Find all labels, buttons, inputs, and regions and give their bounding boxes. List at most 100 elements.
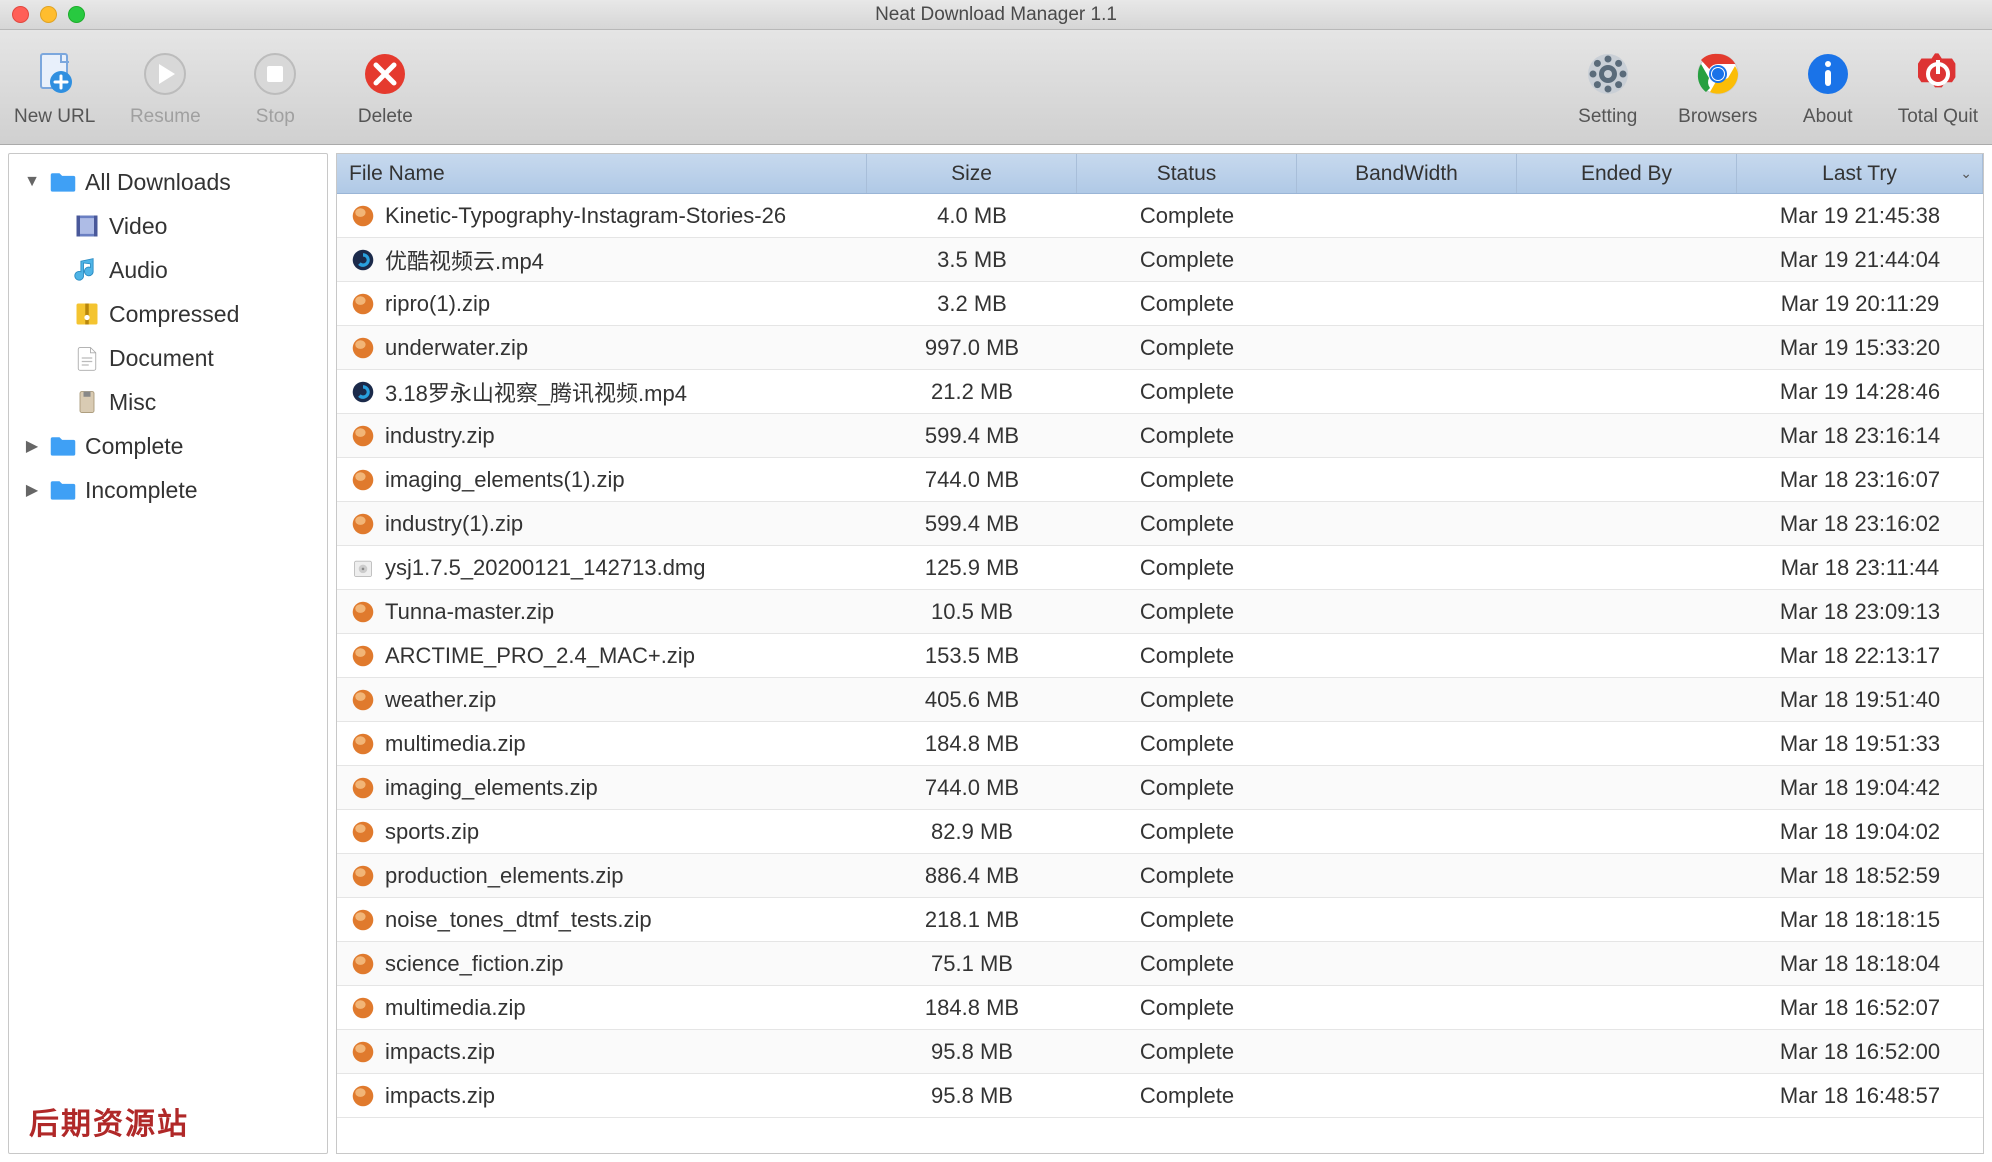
cell-filename: multimedia.zip <box>337 994 867 1022</box>
sidebar-item-label: Incomplete <box>85 477 198 504</box>
column-header-st[interactable]: Status <box>1077 154 1297 193</box>
folder-icon <box>47 166 79 198</box>
minimize-window-button[interactable] <box>40 6 57 23</box>
setting-button[interactable]: Setting <box>1562 42 1654 132</box>
about-button[interactable]: About <box>1782 42 1874 132</box>
file-icon <box>349 554 377 582</box>
toolbar-label: Delete <box>358 106 413 128</box>
cell-status: Complete <box>1077 819 1297 845</box>
cell-lasttry: Mar 18 19:51:40 <box>1737 687 1983 713</box>
watermark-text: 后期资源站 <box>29 1099 189 1143</box>
cell-status: Complete <box>1077 775 1297 801</box>
table-row[interactable]: imaging_elements(1).zip 744.0 MB Complet… <box>337 458 1983 502</box>
table-row[interactable]: industry.zip 599.4 MB Complete Mar 18 23… <box>337 414 1983 458</box>
column-header-fn[interactable]: File Name <box>337 154 867 193</box>
new-url-button[interactable]: New URL <box>8 42 101 132</box>
cell-size: 95.8 MB <box>867 1083 1077 1109</box>
cell-lasttry: Mar 19 15:33:20 <box>1737 335 1983 361</box>
chrome-icon <box>1690 46 1746 102</box>
table-row[interactable]: ysj1.7.5_20200121_142713.dmg 125.9 MB Co… <box>337 546 1983 590</box>
table-row[interactable]: production_elements.zip 886.4 MB Complet… <box>337 854 1983 898</box>
sidebar-item-label: Video <box>109 213 167 240</box>
filename-text: sports.zip <box>385 819 479 845</box>
compressed-icon <box>71 298 103 330</box>
table-row[interactable]: imaging_elements.zip 744.0 MB Complete M… <box>337 766 1983 810</box>
file-icon <box>349 686 377 714</box>
column-header-lt[interactable]: Last Try⌄ <box>1737 154 1983 193</box>
column-label: Status <box>1157 162 1217 186</box>
toolbar-label: Stop <box>256 106 295 128</box>
table-row[interactable]: sports.zip 82.9 MB Complete Mar 18 19:04… <box>337 810 1983 854</box>
folder-icon <box>47 474 79 506</box>
sidebar-item-incomplete[interactable]: ▶ Incomplete <box>9 468 327 512</box>
filename-text: impacts.zip <box>385 1039 495 1065</box>
cell-status: Complete <box>1077 335 1297 361</box>
table-row[interactable]: ripro(1).zip 3.2 MB Complete Mar 19 20:1… <box>337 282 1983 326</box>
table-row[interactable]: industry(1).zip 599.4 MB Complete Mar 18… <box>337 502 1983 546</box>
sidebar-item-complete[interactable]: ▶ Complete <box>9 424 327 468</box>
filename-text: Tunna-master.zip <box>385 599 554 625</box>
cell-status: Complete <box>1077 863 1297 889</box>
cell-filename: impacts.zip <box>337 1038 867 1066</box>
column-header-eb[interactable]: Ended By <box>1517 154 1737 193</box>
document-icon <box>71 342 103 374</box>
sidebar-item-audio[interactable]: Audio <box>9 248 327 292</box>
cell-lasttry: Mar 18 16:48:57 <box>1737 1083 1983 1109</box>
table-row[interactable]: impacts.zip 95.8 MB Complete Mar 18 16:4… <box>337 1074 1983 1118</box>
sidebar-item-document[interactable]: Document <box>9 336 327 380</box>
cell-lasttry: Mar 19 20:11:29 <box>1737 291 1983 317</box>
zoom-window-button[interactable] <box>68 6 85 23</box>
sidebar: ▼ All Downloads Video Audio Compressed D… <box>8 153 328 1154</box>
cell-lasttry: Mar 18 23:16:02 <box>1737 511 1983 537</box>
column-label: Size <box>951 162 992 186</box>
delete-button[interactable]: Delete <box>339 42 431 132</box>
sidebar-item-misc[interactable]: Misc <box>9 380 327 424</box>
table-row[interactable]: impacts.zip 95.8 MB Complete Mar 18 16:5… <box>337 1030 1983 1074</box>
new-url-icon <box>27 46 83 102</box>
file-icon <box>349 950 377 978</box>
table-row[interactable]: noise_tones_dtmf_tests.zip 218.1 MB Comp… <box>337 898 1983 942</box>
cell-lasttry: Mar 18 19:04:02 <box>1737 819 1983 845</box>
file-icon <box>349 510 377 538</box>
file-icon <box>349 730 377 758</box>
filename-text: ripro(1).zip <box>385 291 490 317</box>
sidebar-item-label: All Downloads <box>85 169 231 196</box>
table-row[interactable]: Tunna-master.zip 10.5 MB Complete Mar 18… <box>337 590 1983 634</box>
table-row[interactable]: weather.zip 405.6 MB Complete Mar 18 19:… <box>337 678 1983 722</box>
close-window-button[interactable] <box>12 6 29 23</box>
table-row[interactable]: Kinetic-Typography-Instagram-Stories-26 … <box>337 194 1983 238</box>
cell-lasttry: Mar 19 21:44:04 <box>1737 247 1983 273</box>
table-body[interactable]: Kinetic-Typography-Instagram-Stories-26 … <box>337 194 1983 1153</box>
cell-filename: imaging_elements.zip <box>337 774 867 802</box>
cell-size: 405.6 MB <box>867 687 1077 713</box>
cell-size: 3.2 MB <box>867 291 1077 317</box>
cell-lasttry: Mar 18 18:18:15 <box>1737 907 1983 933</box>
sidebar-item-video[interactable]: Video <box>9 204 327 248</box>
table-row[interactable]: multimedia.zip 184.8 MB Complete Mar 18 … <box>337 986 1983 1030</box>
cell-size: 886.4 MB <box>867 863 1077 889</box>
file-icon <box>349 290 377 318</box>
browsers-button[interactable]: Browsers <box>1672 42 1764 132</box>
table-row[interactable]: multimedia.zip 184.8 MB Complete Mar 18 … <box>337 722 1983 766</box>
sidebar-item-all-downloads[interactable]: ▼ All Downloads <box>9 160 327 204</box>
filename-text: impacts.zip <box>385 1083 495 1109</box>
table-row[interactable]: 3.18罗永山视察_腾讯视频.mp4 21.2 MB Complete Mar … <box>337 370 1983 414</box>
filename-text: industry(1).zip <box>385 511 523 537</box>
filename-text: 3.18罗永山视察_腾讯视频.mp4 <box>385 376 687 408</box>
toolbar-label: Setting <box>1578 106 1637 128</box>
cell-filename: noise_tones_dtmf_tests.zip <box>337 906 867 934</box>
toolbar: New URLResumeStopDelete SettingBrowsersA… <box>0 30 1992 145</box>
file-icon <box>349 202 377 230</box>
cell-size: 75.1 MB <box>867 951 1077 977</box>
total-quit-button[interactable]: Total Quit <box>1892 42 1984 132</box>
info-icon <box>1800 46 1856 102</box>
table-row[interactable]: ARCTIME_PRO_2.4_MAC+.zip 153.5 MB Comple… <box>337 634 1983 678</box>
table-row[interactable]: science_fiction.zip 75.1 MB Complete Mar… <box>337 942 1983 986</box>
table-row[interactable]: 优酷视频云.mp4 3.5 MB Complete Mar 19 21:44:0… <box>337 238 1983 282</box>
table-row[interactable]: underwater.zip 997.0 MB Complete Mar 19 … <box>337 326 1983 370</box>
column-header-bw[interactable]: BandWidth <box>1297 154 1517 193</box>
filename-text: ysj1.7.5_20200121_142713.dmg <box>385 555 706 581</box>
column-header-sz[interactable]: Size <box>867 154 1077 193</box>
sidebar-item-compressed[interactable]: Compressed <box>9 292 327 336</box>
sidebar-item-label: Compressed <box>109 301 239 328</box>
